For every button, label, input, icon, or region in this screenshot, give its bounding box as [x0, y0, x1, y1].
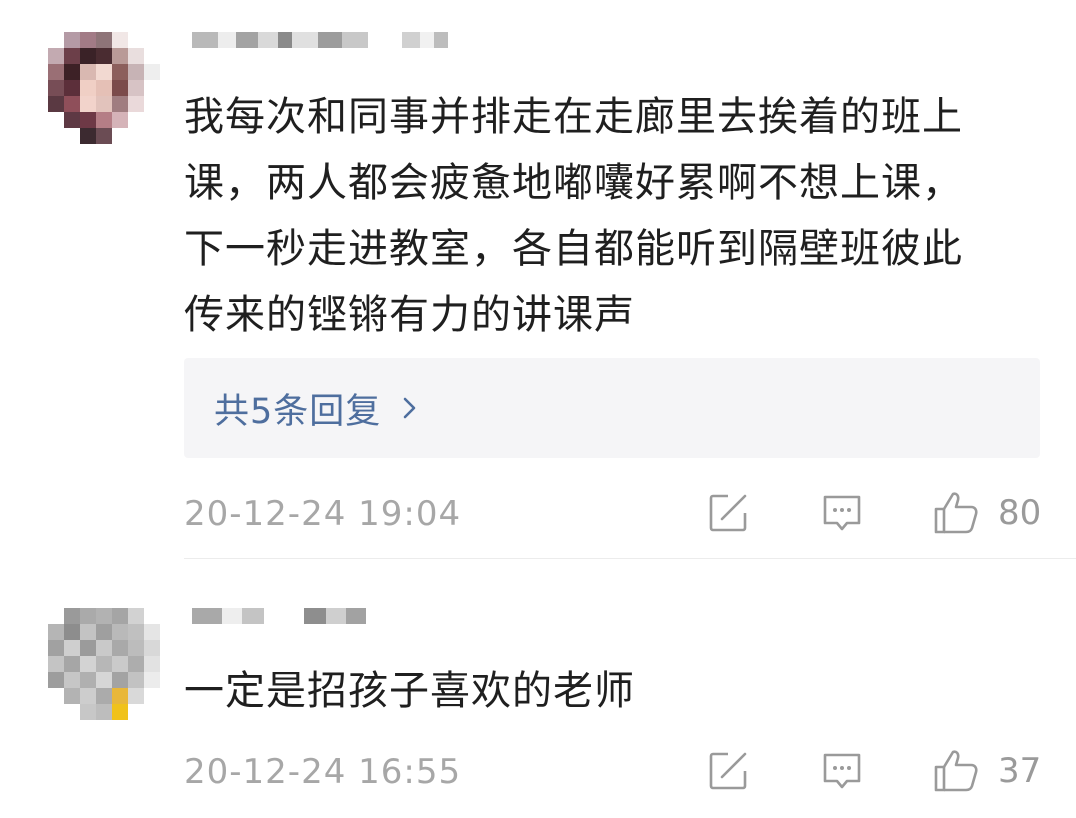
- like-count: 80: [998, 493, 1042, 533]
- comment-item: 一定是招孩子喜欢的老师 20-12-24 16:55 37: [0, 560, 1076, 818]
- replies-label: 共5条回复: [214, 391, 382, 432]
- divider: [184, 558, 1076, 559]
- comment-text: 一定是招孩子喜欢的老师: [184, 658, 1044, 724]
- comment-icon: [823, 495, 861, 531]
- comment-icon: [823, 753, 861, 789]
- share-button[interactable]: [706, 746, 750, 796]
- chevron-right-icon: [403, 397, 416, 419]
- comment-text-line: 下一秒走进教室，各自都能听到隔壁班彼此: [184, 226, 963, 272]
- share-icon: [709, 494, 747, 532]
- username-obscured[interactable]: [192, 608, 366, 634]
- share-icon: [709, 752, 747, 790]
- thumbs-up-icon: [934, 750, 978, 792]
- comment-text-line: 传来的铿锵有力的讲课声: [184, 292, 635, 338]
- share-button[interactable]: [706, 488, 750, 538]
- reply-button[interactable]: [820, 488, 864, 538]
- thumbs-up-icon: [934, 492, 978, 534]
- like-button[interactable]: 80: [932, 488, 1041, 538]
- username-obscured[interactable]: [192, 32, 448, 58]
- like-button[interactable]: 37: [932, 746, 1041, 796]
- comment-meta: 20-12-24 16:55 37: [184, 746, 1044, 796]
- comment-text-line: 一定是招孩子喜欢的老师: [184, 668, 635, 714]
- timestamp: 20-12-24 16:55: [184, 752, 462, 792]
- comment-text-line: 课，两人都会疲惫地嘟囔好累啊不想上课，: [184, 160, 963, 206]
- avatar[interactable]: [48, 608, 160, 720]
- view-replies-button[interactable]: 共5条回复: [184, 358, 1040, 458]
- reply-button[interactable]: [820, 746, 864, 796]
- comment-item: 我每次和同事并排走在走廊里去挨着的班上 课，两人都会疲惫地嘟囔好累啊不想上课， …: [0, 0, 1076, 560]
- comment-text-line: 我每次和同事并排走在走廊里去挨着的班上: [184, 94, 963, 140]
- comment-meta: 20-12-24 19:04 80: [184, 488, 1044, 538]
- comment-list: 我每次和同事并排走在走廊里去挨着的班上 课，两人都会疲惫地嘟囔好累啊不想上课， …: [0, 0, 1076, 818]
- like-count: 37: [998, 751, 1042, 791]
- avatar[interactable]: [48, 32, 160, 144]
- comment-text: 我每次和同事并排走在走廊里去挨着的班上 课，两人都会疲惫地嘟囔好累啊不想上课， …: [184, 84, 1044, 348]
- timestamp: 20-12-24 19:04: [184, 494, 462, 534]
